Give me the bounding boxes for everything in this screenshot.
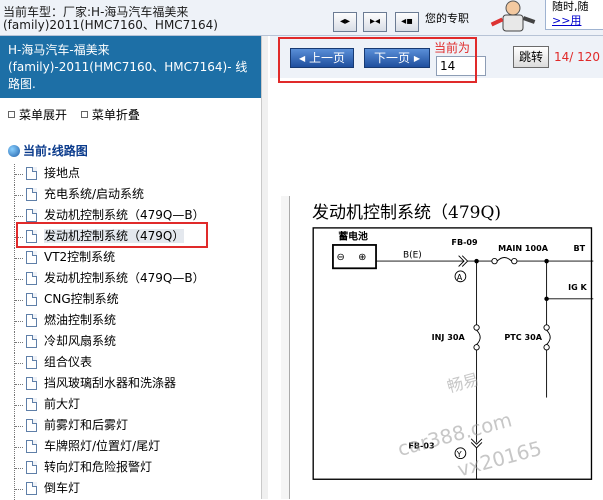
document-icon — [26, 167, 37, 180]
selected-item-highlight — [16, 222, 208, 248]
tree-item-label: 转向灯和危险报警灯 — [44, 460, 153, 474]
current-car-type: 当前车型：厂家:H-海马汽车福美来(family)2011(HMC7160、HM… — [3, 6, 265, 32]
battery-label: 蓄电池 — [338, 230, 368, 243]
expert-text: 您的专职 — [425, 12, 469, 25]
nav-back-icon[interactable]: ◂▪ — [395, 12, 419, 32]
tree-item-label: 发动机控制系统（479Q—B） — [44, 208, 205, 222]
document-icon — [26, 293, 37, 306]
tree-item[interactable]: 燃油控制系统 — [12, 311, 262, 332]
tree-item[interactable]: 转向灯和危险报警灯 — [12, 458, 262, 479]
tree-item-label: 组合仪表 — [44, 355, 93, 369]
tree-item[interactable]: 充电系统/启动系统 — [12, 185, 262, 206]
document-icon — [26, 440, 37, 453]
mascot-icon — [490, 0, 536, 32]
diagram-title: 发动机控制系统（479Q) — [312, 203, 502, 223]
bt-label: BT — [574, 244, 586, 253]
tree-item[interactable]: 组合仪表 — [12, 353, 262, 374]
wiring-diagram: 蓄电池 ⊖ ⊕ B(E) FB-09 MAIN 100A BT A INJ 30… — [312, 227, 594, 482]
jump-button[interactable]: 跳转 — [513, 46, 549, 68]
page-count: 14/ 120 — [554, 50, 601, 64]
ptc-fuse-label: PTC 30A — [504, 333, 542, 342]
tree-item-label: 车牌照灯/位置灯/尾灯 — [44, 439, 161, 453]
tree-item[interactable]: 车牌照灯/位置灯/尾灯 — [12, 437, 262, 458]
expand-square-icon — [8, 111, 15, 118]
tree-item-label: 前大灯 — [44, 397, 81, 411]
document-icon — [26, 461, 37, 474]
promo-box: 随时,随 >>用 — [545, 0, 603, 30]
collapse-square-icon — [80, 111, 88, 118]
tree-item[interactable]: 接地点 — [12, 164, 262, 185]
document-icon — [26, 272, 37, 285]
document-icon — [26, 356, 37, 369]
model-line-2: (family)-2011(HMC7160、HMC7164)- 线 — [8, 60, 248, 74]
tree-item-label: 冷却风扇系统 — [44, 334, 117, 348]
menu-collapse-button[interactable]: 菜单折叠 — [80, 108, 140, 122]
document-icon — [26, 419, 37, 432]
pager-highlight — [278, 37, 477, 83]
document-icon — [26, 398, 37, 411]
nav-prev-icon[interactable]: ◂▸ — [333, 12, 357, 32]
tree-item-label: 挡风玻璃刮水器和洗涤器 — [44, 376, 177, 390]
model-line-3: 路图. — [8, 77, 36, 91]
inj-fuse-label: INJ 30A — [432, 333, 466, 342]
document-icon — [26, 482, 37, 495]
tree-item[interactable]: 前大灯 — [12, 395, 262, 416]
top-bar: 当前车型：厂家:H-海马汽车福美来(family)2011(HMC7160、HM… — [0, 0, 603, 36]
nav-split-icon[interactable]: ▸◂ — [363, 12, 387, 32]
diagram-scrollbar[interactable] — [281, 196, 290, 499]
tree-item[interactable]: 前雾灯和后雾灯 — [12, 416, 262, 437]
tree-item-label: CNG控制系统 — [44, 292, 119, 306]
menu-expand-button[interactable]: 菜单展开 — [8, 108, 67, 122]
watermark-3: vx20165 — [455, 437, 544, 482]
ig-label: IG K — [568, 283, 587, 292]
document-icon — [26, 377, 37, 390]
model-line-1: H-海马汽车-福美来 — [8, 43, 110, 57]
be-label: B(E) — [403, 251, 422, 261]
tree-root-label: 当前:线路图 — [23, 144, 88, 158]
battery-minus: ⊖ — [337, 252, 345, 263]
tree-item-label: 前雾灯和后雾灯 — [44, 418, 129, 432]
tree-item-label: VT2控制系统 — [44, 250, 116, 264]
tree-root[interactable]: 当前:线路图 — [8, 142, 88, 159]
tree-item[interactable]: 冷却风扇系统 — [12, 332, 262, 353]
right-panel: ◀ 上一页 下一页 ▶ 当前为 跳转 14/ 120 发动机控制系统（479Q)… — [270, 36, 603, 499]
tree-item[interactable]: 发动机控制系统（479Q—B） — [12, 269, 262, 290]
document-icon — [26, 314, 37, 327]
document-icon — [26, 209, 37, 222]
menu-controls: 菜单展开 菜单折叠 — [8, 106, 150, 123]
left-panel: H-海马汽车-福美来 (family)-2011(HMC7160、HMC7164… — [0, 36, 268, 500]
main-fuse-label: MAIN 100A — [498, 244, 549, 253]
model-header: H-海马汽车-福美来 (family)-2011(HMC7160、HMC7164… — [0, 36, 268, 98]
document-icon — [26, 335, 37, 348]
circuit-tree: 接地点 充电系统/启动系统 发动机控制系统（479Q—B） 发动机控制系统（47… — [12, 164, 262, 500]
circle-a-label: A — [457, 273, 463, 282]
tree-item-label: 燃油控制系统 — [44, 313, 117, 327]
tree-item[interactable]: VT2控制系统 — [12, 248, 262, 269]
menu-expand-label: 菜单展开 — [19, 108, 68, 122]
tree-item-label: 倒车灯 — [44, 481, 81, 495]
left-scrollbar[interactable] — [261, 36, 268, 499]
globe-icon — [8, 145, 20, 157]
document-icon — [26, 188, 37, 201]
tree-item[interactable]: 挡风玻璃刮水器和洗涤器 — [12, 374, 262, 395]
fb09-label: FB-09 — [451, 238, 478, 247]
menu-collapse-label: 菜单折叠 — [91, 108, 140, 122]
tree-item-label: 发动机控制系统（479Q—B） — [44, 271, 205, 285]
tree-item-label: 充电系统/启动系统 — [44, 187, 145, 201]
document-icon — [26, 251, 37, 264]
tree-item[interactable]: CNG控制系统 — [12, 290, 262, 311]
watermark-1: 畅易 — [445, 370, 481, 397]
promo-link[interactable]: >>用 — [552, 14, 603, 28]
promo-text: 随时,随 — [552, 0, 589, 13]
battery-plus: ⊕ — [358, 252, 366, 263]
tree-item[interactable]: 倒车灯 — [12, 479, 262, 500]
tree-item-label: 接地点 — [44, 166, 81, 180]
